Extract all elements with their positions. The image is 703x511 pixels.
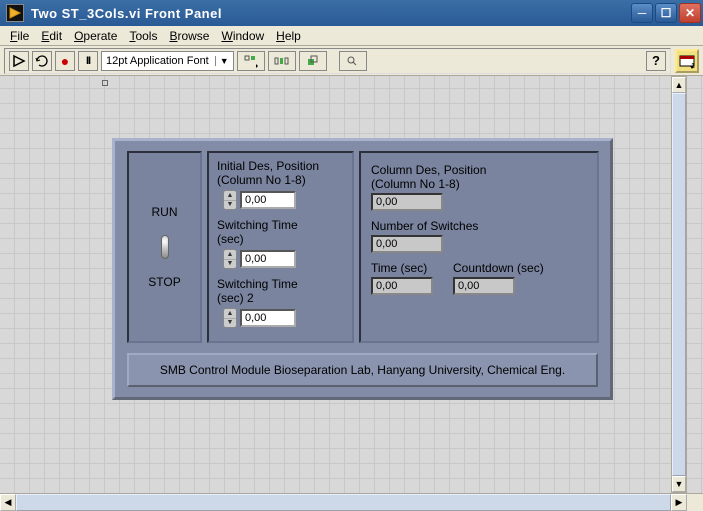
horizontal-scrollbar[interactable]: ◀ ▶: [0, 493, 703, 511]
countdown-label: Countdown (sec): [453, 261, 544, 275]
num-switches-label: Number of Switches: [371, 219, 587, 233]
scroll-left-icon[interactable]: ◀: [0, 494, 16, 511]
menu-edit[interactable]: Edit: [35, 27, 68, 45]
main-panel: RUN STOP Initial Des, Position (Column N…: [112, 138, 613, 400]
origin-marker: [102, 80, 108, 86]
menu-window[interactable]: Window: [215, 27, 270, 45]
switching-time-label: Switching Time (sec): [217, 218, 344, 246]
controls-section: Initial Des, Position (Column No 1-8) ▲▼…: [207, 151, 354, 343]
maximize-button[interactable]: ☐: [655, 3, 677, 23]
menu-help[interactable]: Help: [270, 27, 307, 45]
switching-time-control[interactable]: ▲▼ 0,00: [223, 249, 344, 269]
run-stop-section: RUN STOP: [127, 151, 202, 343]
chevron-down-icon: ▼: [215, 56, 229, 66]
footer-text: SMB Control Module Bioseparation Lab, Ha…: [127, 353, 598, 387]
distribute-dropdown[interactable]: [268, 51, 296, 71]
menu-browse[interactable]: Browse: [163, 27, 215, 45]
switching-time2-label: Switching Time (sec) 2: [217, 277, 344, 305]
spinner-icon[interactable]: ▲▼: [223, 249, 237, 269]
indicators-section: Column Des, Position (Column No 1-8) 0,0…: [359, 151, 599, 343]
menu-tools[interactable]: Tools: [123, 27, 163, 45]
titlebar: Two ST_3Cols.vi Front Panel ─ ☐ ✕: [0, 0, 703, 26]
num-switches-indicator: 0,00: [371, 235, 443, 253]
vertical-scrollbar[interactable]: ▲ ▼: [671, 76, 687, 493]
front-panel-canvas[interactable]: RUN STOP Initial Des, Position (Column N…: [0, 76, 703, 493]
switching-time2-value[interactable]: 0,00: [240, 309, 296, 327]
menu-file[interactable]: File: [4, 27, 35, 45]
align-dropdown[interactable]: [237, 51, 265, 71]
abort-button[interactable]: ●: [55, 51, 75, 71]
window-title: Two ST_3Cols.vi Front Panel: [28, 6, 631, 21]
time-label: Time (sec): [371, 261, 433, 275]
spinner-icon[interactable]: ▲▼: [223, 190, 237, 210]
column-pos-indicator: 0,00: [371, 193, 443, 211]
run-stop-switch[interactable]: [154, 231, 176, 263]
initial-pos-value[interactable]: 0,00: [240, 191, 296, 209]
font-label: 12pt Application Font: [106, 55, 209, 67]
close-button[interactable]: ✕: [679, 3, 701, 23]
run-continuous-button[interactable]: [32, 51, 52, 71]
scroll-corner: [687, 494, 703, 511]
scroll-right-icon[interactable]: ▶: [671, 494, 687, 511]
switching-time-value[interactable]: 0,00: [240, 250, 296, 268]
scroll-thumb[interactable]: [672, 93, 686, 476]
labview-icon: [6, 4, 24, 22]
font-selector[interactable]: 12pt Application Font ▼: [101, 51, 234, 71]
countdown-indicator: 0,00: [453, 277, 515, 295]
stop-label: STOP: [148, 275, 180, 289]
toolbar: ● II 12pt Application Font ▼ ? 1: [0, 46, 703, 76]
switching-time2-control[interactable]: ▲▼ 0,00: [223, 308, 344, 328]
search-dropdown[interactable]: [339, 51, 367, 71]
pause-button[interactable]: II: [78, 51, 98, 71]
help-button[interactable]: ?: [646, 51, 666, 71]
menu-operate[interactable]: Operate: [68, 27, 123, 45]
scroll-down-icon[interactable]: ▼: [672, 476, 686, 492]
scroll-thumb[interactable]: [16, 494, 671, 511]
run-button[interactable]: [9, 51, 29, 71]
initial-pos-label: Initial Des, Position (Column No 1-8): [217, 159, 344, 187]
initial-pos-control[interactable]: ▲▼ 0,00: [223, 190, 344, 210]
column-pos-label: Column Des, Position (Column No 1-8): [371, 163, 587, 191]
run-label: RUN: [152, 205, 178, 219]
minimize-button[interactable]: ─: [631, 3, 653, 23]
time-indicator: 0,00: [371, 277, 433, 295]
toolbar-inner: ● II 12pt Application Font ▼ ?: [4, 48, 671, 74]
spinner-icon[interactable]: ▲▼: [223, 308, 237, 328]
reorder-dropdown[interactable]: [299, 51, 327, 71]
scroll-up-icon[interactable]: ▲: [672, 77, 686, 93]
vi-icon[interactable]: 1: [675, 49, 699, 73]
menubar: File Edit Operate Tools Browse Window He…: [0, 26, 703, 46]
